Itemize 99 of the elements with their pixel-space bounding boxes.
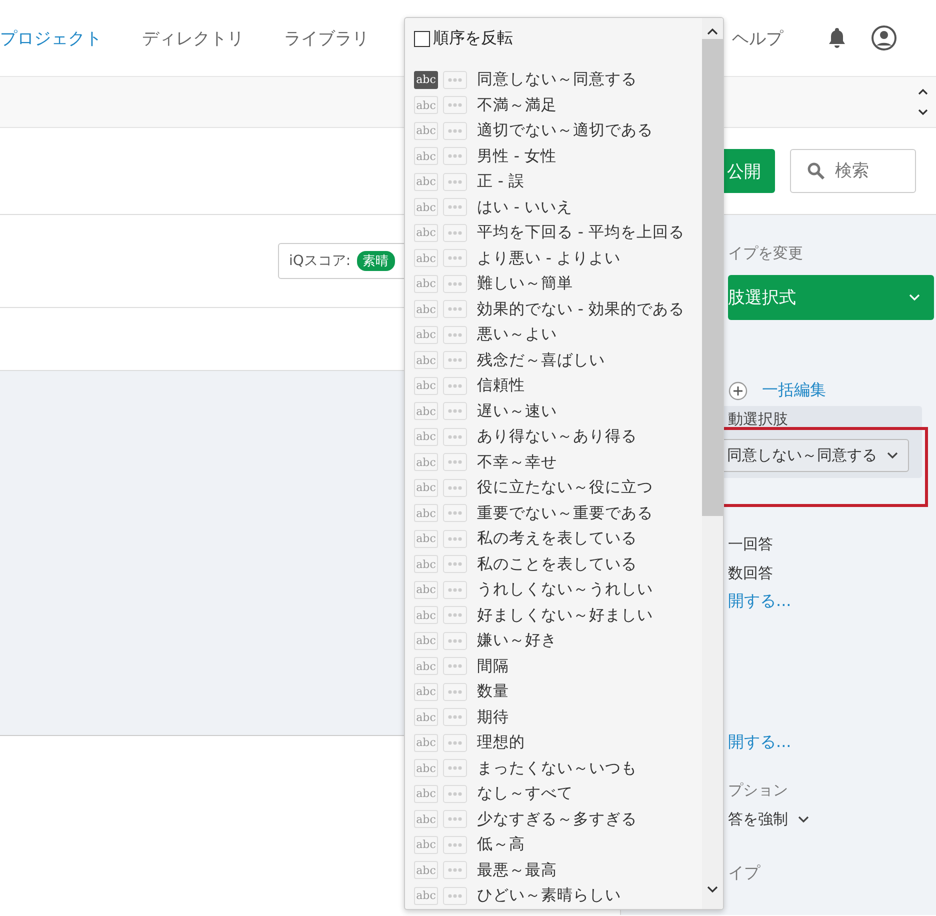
expand-link[interactable]: 開する... xyxy=(728,732,792,753)
dots-icon[interactable] xyxy=(443,632,467,650)
scale-option[interactable]: 少なすぎる～多すぎる xyxy=(477,808,637,830)
scale-option[interactable]: 私のことを表している xyxy=(477,554,637,575)
scale-option[interactable]: 適切でない～適切である xyxy=(477,120,653,142)
scale-option[interactable]: 悪い～よい xyxy=(477,324,557,346)
scale-option[interactable]: 信頼性 xyxy=(477,375,525,396)
dots-icon[interactable] xyxy=(443,580,467,599)
search-field[interactable]: 検索 xyxy=(790,149,916,193)
scale-option[interactable]: 私の考えを表している xyxy=(477,528,637,550)
dots-icon[interactable] xyxy=(443,147,467,166)
scale-option[interactable]: 間隔 xyxy=(477,656,509,677)
scroll-up-icon[interactable] xyxy=(707,28,718,35)
scale-option[interactable]: まったくない～いつも xyxy=(477,758,637,779)
bell-icon[interactable] xyxy=(827,27,847,49)
auto-choices-label: 動選択肢 xyxy=(728,411,789,427)
dots-icon[interactable] xyxy=(443,300,467,318)
scale-option[interactable]: はい - いいえ xyxy=(477,196,572,218)
help-link[interactable]: ヘルプ xyxy=(732,26,783,50)
scale-option[interactable]: 役に立たない～役に立つ xyxy=(477,477,653,498)
scale-option[interactable]: 低～高 xyxy=(477,834,525,856)
dots-icon[interactable] xyxy=(443,478,467,497)
scale-option[interactable]: 遅い～速い xyxy=(477,400,557,422)
scale-option[interactable]: 平均を下回る - 平均を上回る xyxy=(477,222,684,244)
dots-icon[interactable] xyxy=(443,836,467,854)
scale-option[interactable]: 同意しない～同意する xyxy=(477,69,637,90)
dots-icon[interactable] xyxy=(443,504,467,522)
dots-icon[interactable] xyxy=(443,402,467,420)
dots-icon[interactable] xyxy=(443,198,467,216)
type-heading: イプ xyxy=(728,863,760,884)
dots-icon[interactable] xyxy=(443,249,467,268)
search-icon xyxy=(807,162,825,180)
plus-icon[interactable] xyxy=(728,380,748,400)
scale-option[interactable]: 不満～満足 xyxy=(477,94,557,116)
dots-icon[interactable] xyxy=(443,96,467,114)
scale-option[interactable]: 不幸～幸せ xyxy=(477,452,557,473)
nav-link[interactable]: ライブラリ xyxy=(284,26,369,50)
dots-icon[interactable] xyxy=(443,784,467,803)
scale-option[interactable]: 重要でない～重要である xyxy=(477,502,653,524)
checkbox[interactable] xyxy=(414,30,430,46)
scale-option[interactable]: なし～すべて xyxy=(477,783,573,804)
question-type-select[interactable]: 肢選択式 xyxy=(728,275,934,320)
scale-option[interactable]: 嫌い～好き xyxy=(477,630,557,652)
bulk-edit-link[interactable]: 一括編集 xyxy=(762,380,826,401)
chevron-icon xyxy=(887,452,898,459)
expand-link[interactable]: 開する... xyxy=(728,591,792,612)
dots-icon[interactable] xyxy=(443,759,467,778)
chevron-icon xyxy=(909,294,920,301)
scale-option[interactable]: 最悪～最高 xyxy=(477,860,557,881)
force-answer-option[interactable]: 答を強制 xyxy=(728,810,788,829)
iq-score-label: iQスコア: xyxy=(289,252,351,270)
scale-option[interactable]: 理想的 xyxy=(477,732,525,754)
scale-option[interactable]: 正 - 誤 xyxy=(477,171,524,192)
nav-link[interactable]: プロジェクト xyxy=(0,26,102,50)
scale-option[interactable]: 残念だ～喜ばしい xyxy=(477,350,605,371)
scroll-down-icon[interactable] xyxy=(918,109,928,116)
nav-link[interactable]: ディレクトリ xyxy=(142,26,244,50)
scale-option[interactable]: うれしくない～うれしい xyxy=(477,579,653,600)
dots-icon[interactable] xyxy=(443,428,467,446)
scale-option[interactable]: より悪い - よりよい xyxy=(477,248,620,269)
dots-icon[interactable] xyxy=(443,708,467,726)
dots-icon[interactable] xyxy=(443,172,467,191)
text-format-toggle[interactable]: abc xyxy=(414,70,438,89)
scale-option[interactable]: 好ましくない～好ましい xyxy=(477,604,653,626)
scroll-down-icon[interactable] xyxy=(707,886,718,893)
user-icon[interactable] xyxy=(871,25,897,51)
dots-icon[interactable] xyxy=(443,555,467,574)
dots-icon[interactable] xyxy=(443,224,467,242)
dots-icon[interactable] xyxy=(443,376,467,395)
dots-icon[interactable] xyxy=(443,734,467,752)
scale-option[interactable]: 男性 - 女性 xyxy=(477,146,556,167)
scale-option[interactable]: 期待 xyxy=(477,706,509,728)
answer-option[interactable]: 一回答 xyxy=(728,535,773,554)
score-badge: 素晴 xyxy=(356,251,395,271)
dots-icon[interactable] xyxy=(443,886,467,905)
scale-option[interactable]: あり得ない～あり得る xyxy=(477,426,637,448)
chevron-icon xyxy=(798,816,809,823)
dots-icon[interactable] xyxy=(443,861,467,880)
dots-icon[interactable] xyxy=(443,326,467,344)
dots-icon[interactable] xyxy=(443,351,467,370)
scale-option[interactable]: 効果的でない - 効果的である xyxy=(477,298,684,320)
dots-icon[interactable] xyxy=(443,70,467,89)
dots-icon[interactable] xyxy=(443,682,467,701)
dots-icon[interactable] xyxy=(443,530,467,548)
scale-option[interactable]: ひどい～素晴らしい xyxy=(477,885,621,906)
dots-icon[interactable] xyxy=(443,122,467,140)
scale-option[interactable]: 難しい～簡単 xyxy=(477,273,573,294)
dots-icon[interactable] xyxy=(443,657,467,676)
options-heading: プション xyxy=(728,781,788,800)
answer-option[interactable]: 数回答 xyxy=(728,564,773,583)
dots-icon[interactable] xyxy=(443,453,467,472)
dots-icon[interactable] xyxy=(443,274,467,293)
scroll-up-icon[interactable] xyxy=(918,88,928,95)
scale-option[interactable]: 数量 xyxy=(477,681,509,702)
dots-icon[interactable] xyxy=(443,810,467,828)
scrollbar-thumb[interactable] xyxy=(702,39,723,516)
change-type-label: イプを変更 xyxy=(728,244,803,263)
reverse-order-label: 順序を反転 xyxy=(433,28,513,49)
dots-icon[interactable] xyxy=(443,606,467,624)
